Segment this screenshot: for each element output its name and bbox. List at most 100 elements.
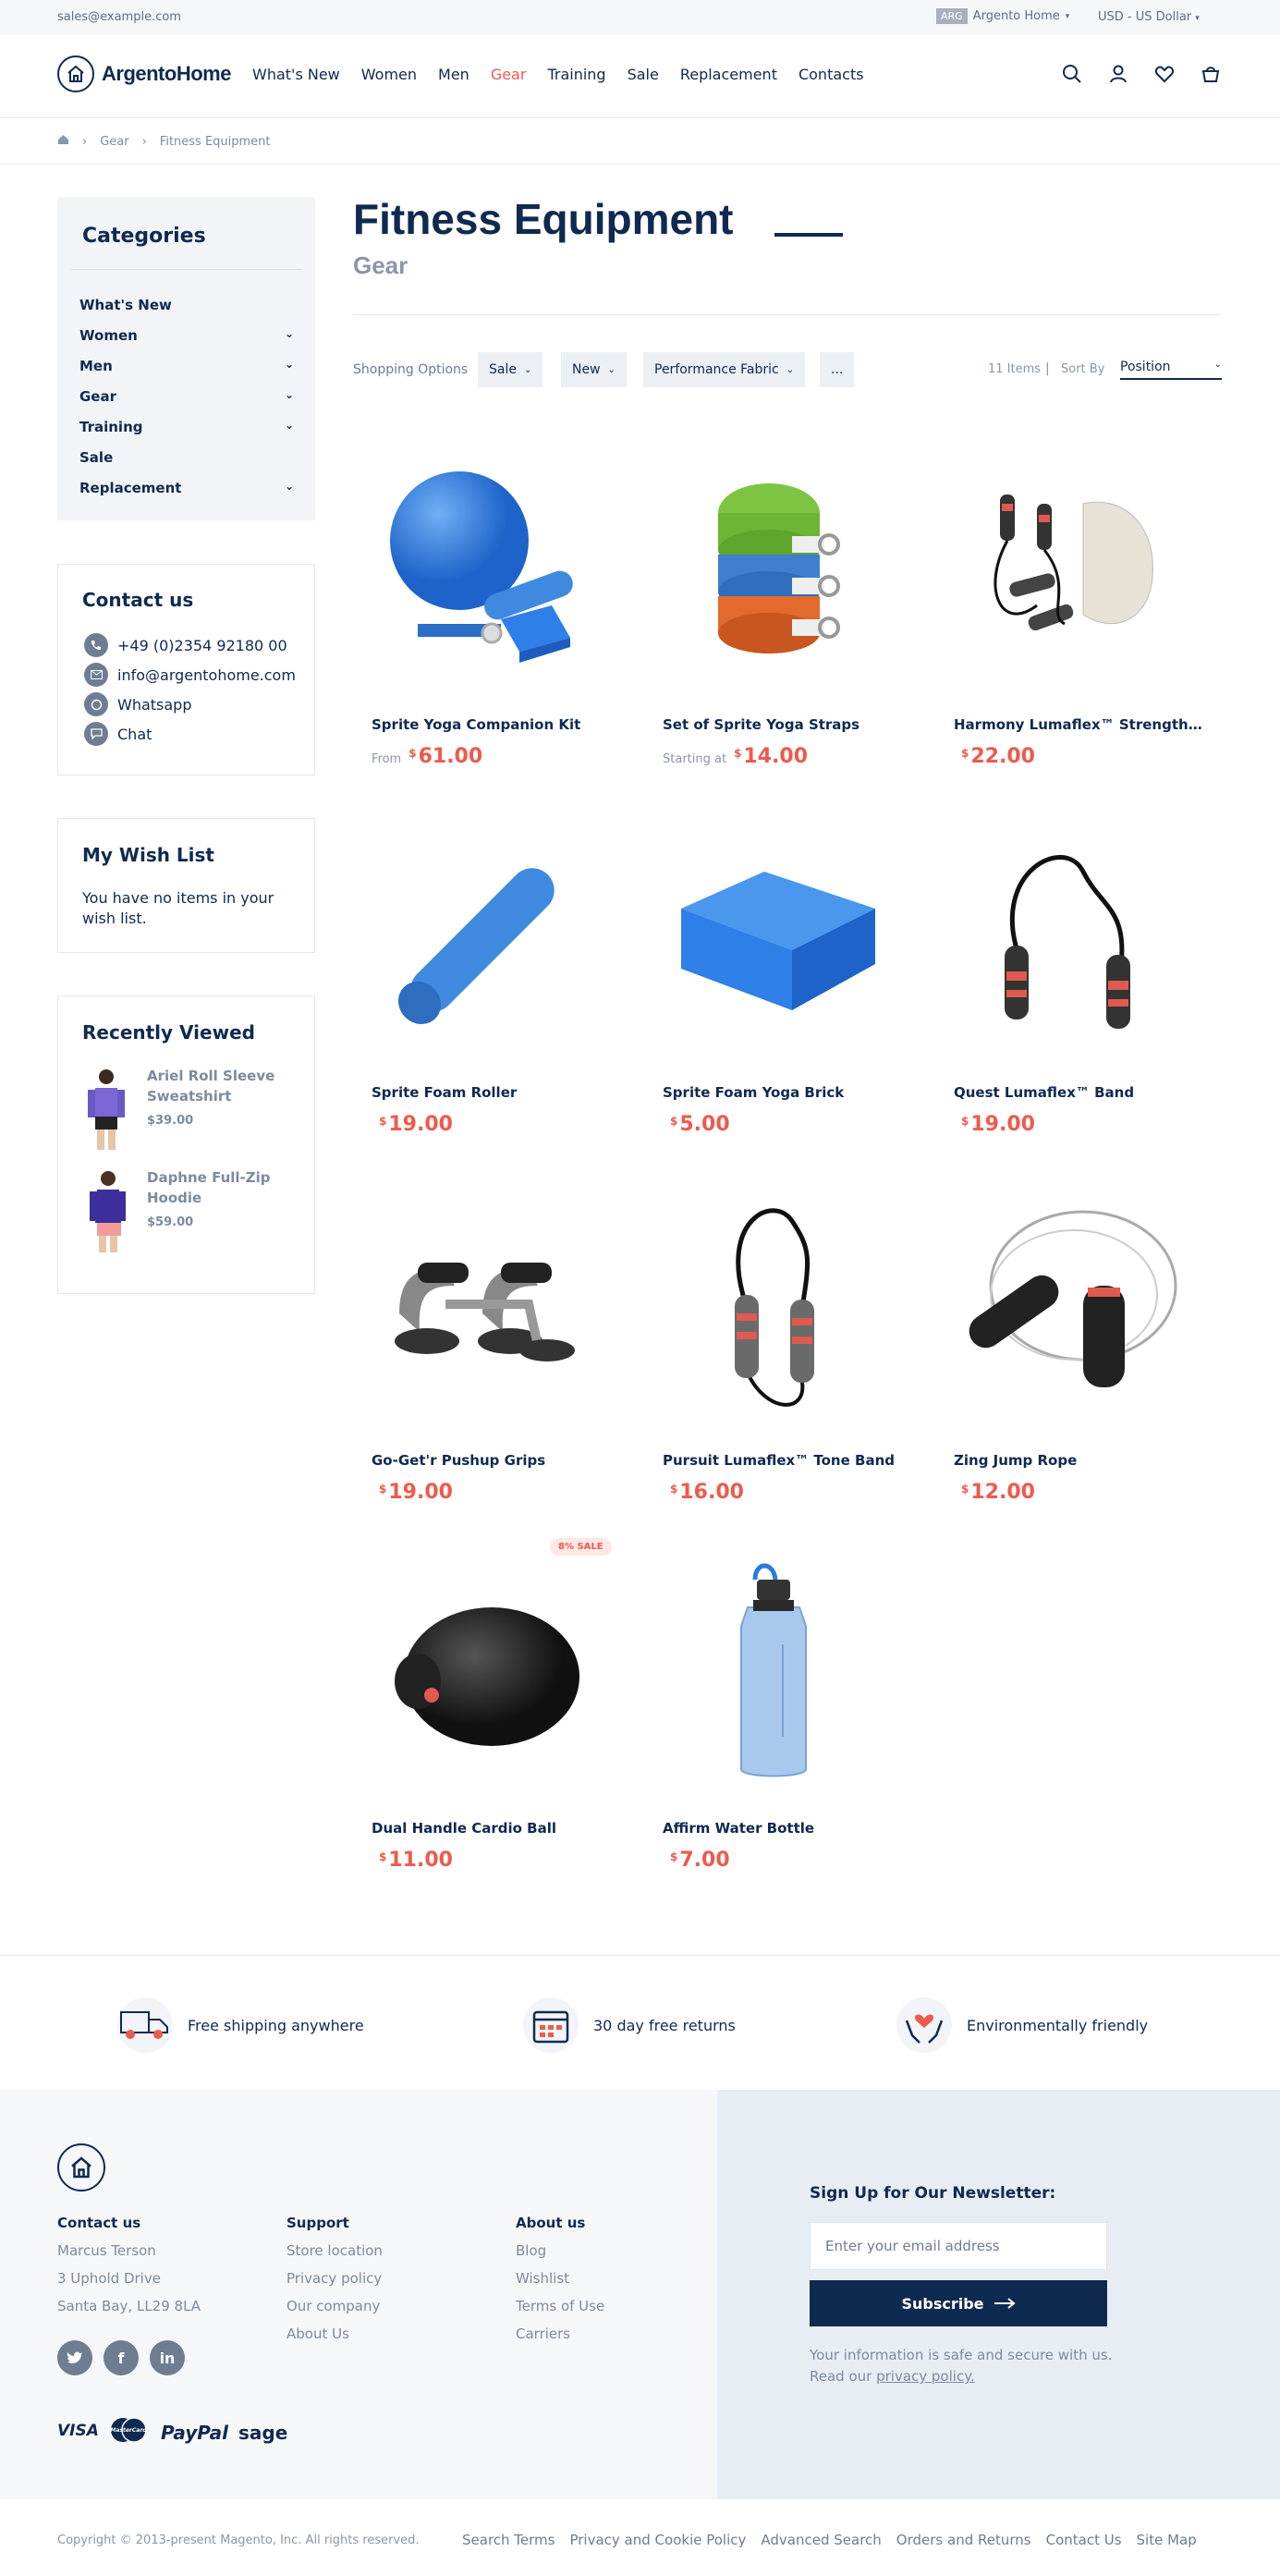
product-name[interactable]: Harmony Lumaflex™ Strength Band Kit [954,716,1203,733]
chevron-down-icon[interactable]: ⌄ [285,327,294,358]
product-image-yoga-brick[interactable] [644,802,903,1070]
recent-item[interactable]: Daphne Full-Zip Hoodie $59.00 [79,1167,276,1255]
filter-more[interactable]: ... [820,352,855,387]
chevron-down-icon[interactable]: ⌄ [285,480,294,510]
category-item-women[interactable]: Women ⌄ [79,327,294,358]
facebook-icon[interactable]: f [104,2340,139,2375]
product-card[interactable]: Set of Sprite Yoga Straps Starting at $14… [644,434,903,786]
newsletter-email-input[interactable]: Enter your email address [810,2222,1107,2270]
contact-whatsapp[interactable]: Whatsapp [84,692,192,716]
home-icon[interactable] [57,134,69,149]
product-image-yoga-kit[interactable] [353,434,612,702]
product-card[interactable]: Sprite Foam Yoga Brick $5.00 [644,802,903,1154]
nav-item-whats-new[interactable]: What's New [252,66,340,83]
product-name[interactable]: Set of Sprite Yoga Straps [663,716,912,733]
sort-select[interactable]: Position ⌄ [1120,360,1222,380]
product-card[interactable]: Sprite Yoga Companion Kit From $61.00 [353,434,612,786]
filter-new[interactable]: New ⌄ [561,352,627,387]
footer-link[interactable]: Store location [286,2242,383,2270]
product-name[interactable]: Dual Handle Cardio Ball [372,1820,621,1837]
privacy-policy-link[interactable]: privacy policy. [876,2368,975,2385]
nav-item-women[interactable]: Women [361,66,417,83]
product-thumbnail[interactable] [79,1066,134,1154]
recent-item[interactable]: Ariel Roll Sleeve Sweatshirt $39.00 [79,1066,276,1154]
nav-item-replacement[interactable]: Replacement [680,66,777,83]
product-card[interactable]: 8% SALE Dual Handle Cardio Ball $11.00 [353,1538,612,1889]
recent-item-name[interactable]: Daphne Full-Zip Hoodie [147,1167,276,1208]
nav-item-sale[interactable]: Sale [628,66,659,83]
contact-email[interactable]: sales@example.com [57,10,181,24]
footer-logo-icon[interactable] [57,2143,105,2191]
category-item-training[interactable]: Training ⌄ [79,419,294,449]
contact-phone[interactable]: +49 (0)2354 92180 00 [84,633,287,657]
arrow-right-icon [994,2295,1016,2313]
footer-link[interactable]: Wishlist [516,2270,604,2298]
product-thumbnail[interactable] [79,1167,134,1255]
product-image-water-bottle[interactable] [644,1538,903,1806]
product-card[interactable]: Zing Jump Rope $12.00 [935,1170,1194,1521]
product-name[interactable]: Zing Jump Rope [954,1452,1203,1469]
nav-item-gear[interactable]: Gear [491,66,527,83]
category-item-whats-new[interactable]: What's New [79,297,294,327]
logo[interactable]: ArgentoHome [57,55,231,92]
bottom-link-advanced-search[interactable]: Advanced Search [761,2532,881,2548]
product-card[interactable]: Sprite Foam Roller $19.00 [353,802,612,1154]
product-card[interactable]: Go-Get'r Pushup Grips $19.00 [353,1170,612,1521]
product-card[interactable]: Quest Lumaflex™ Band $19.00 [935,802,1194,1154]
product-name[interactable]: Quest Lumaflex™ Band [954,1084,1203,1101]
bottom-link-search-terms[interactable]: Search Terms [462,2532,555,2548]
subscribe-button[interactable]: Subscribe [810,2280,1107,2326]
account-icon[interactable] [1107,63,1129,85]
recent-item-name[interactable]: Ariel Roll Sleeve Sweatshirt [147,1066,276,1106]
contact-email-row[interactable]: info@argentohome.com [84,663,296,687]
category-item-men[interactable]: Men ⌄ [79,358,294,388]
product-name[interactable]: Go-Get'r Pushup Grips [372,1452,621,1469]
linkedin-icon[interactable]: in [150,2340,185,2375]
product-image-pushup-grips[interactable] [353,1170,612,1438]
category-item-gear[interactable]: Gear ⌄ [79,388,294,419]
product-name[interactable]: Sprite Foam Yoga Brick [663,1084,912,1101]
nav-item-men[interactable]: Men [438,66,469,83]
product-image-yoga-straps[interactable] [644,434,903,702]
product-image-cardio-ball[interactable] [353,1538,612,1806]
nav-item-contacts[interactable]: Contacts [798,66,864,83]
cart-icon[interactable] [1200,63,1222,85]
bottom-link-contact[interactable]: Contact Us [1046,2532,1122,2548]
product-card[interactable]: Harmony Lumaflex™ Strength Band Kit $22.… [935,434,1203,786]
wishlist-icon[interactable] [1153,63,1176,85]
product-image-band-kit[interactable] [935,434,1194,702]
contact-chat[interactable]: Chat [84,722,152,746]
search-icon[interactable] [1061,63,1083,85]
product-image-tone-band[interactable] [644,1170,903,1438]
breadcrumb-gear[interactable]: Gear [100,135,128,149]
footer-link[interactable]: Terms of Use [516,2298,604,2326]
bottom-link-privacy[interactable]: Privacy and Cookie Policy [569,2532,746,2548]
footer-link[interactable]: Privacy policy [286,2270,383,2298]
footer-link[interactable]: Our company [286,2298,383,2326]
footer-link[interactable]: Blog [516,2242,604,2270]
product-card[interactable]: Pursuit Lumaflex™ Tone Band $16.00 [644,1170,903,1521]
product-name[interactable]: Sprite Foam Roller [372,1084,621,1101]
nav-item-training[interactable]: Training [547,66,605,83]
filter-performance-fabric[interactable]: Performance Fabric ⌄ [643,352,806,387]
chevron-down-icon[interactable]: ⌄ [285,419,294,449]
twitter-icon[interactable] [57,2340,92,2375]
product-name[interactable]: Pursuit Lumaflex™ Tone Band [663,1452,912,1469]
store-switcher[interactable]: ARG Argento Home ▾ [936,8,1069,24]
currency-switcher[interactable]: USD - US Dollar ▾ [1098,10,1200,24]
filter-sale[interactable]: Sale ⌄ [478,352,543,387]
product-name[interactable]: Sprite Yoga Companion Kit [372,716,621,733]
bottom-link-sitemap[interactable]: Site Map [1137,2532,1197,2548]
bottom-link-orders-returns[interactable]: Orders and Returns [896,2532,1031,2548]
product-image-quest-band[interactable] [935,802,1194,1070]
product-card[interactable]: Affirm Water Bottle $7.00 [644,1538,903,1889]
product-image-foam-roller[interactable] [353,802,612,1070]
footer-link[interactable]: Carriers [516,2326,604,2353]
category-item-sale[interactable]: Sale [79,449,294,480]
chevron-down-icon[interactable]: ⌄ [285,388,294,419]
category-item-replacement[interactable]: Replacement ⌄ [79,480,294,510]
product-name[interactable]: Affirm Water Bottle [663,1820,912,1837]
product-image-jump-rope[interactable] [935,1170,1194,1438]
chevron-down-icon[interactable]: ⌄ [285,358,294,388]
footer-link[interactable]: About Us [286,2326,383,2353]
